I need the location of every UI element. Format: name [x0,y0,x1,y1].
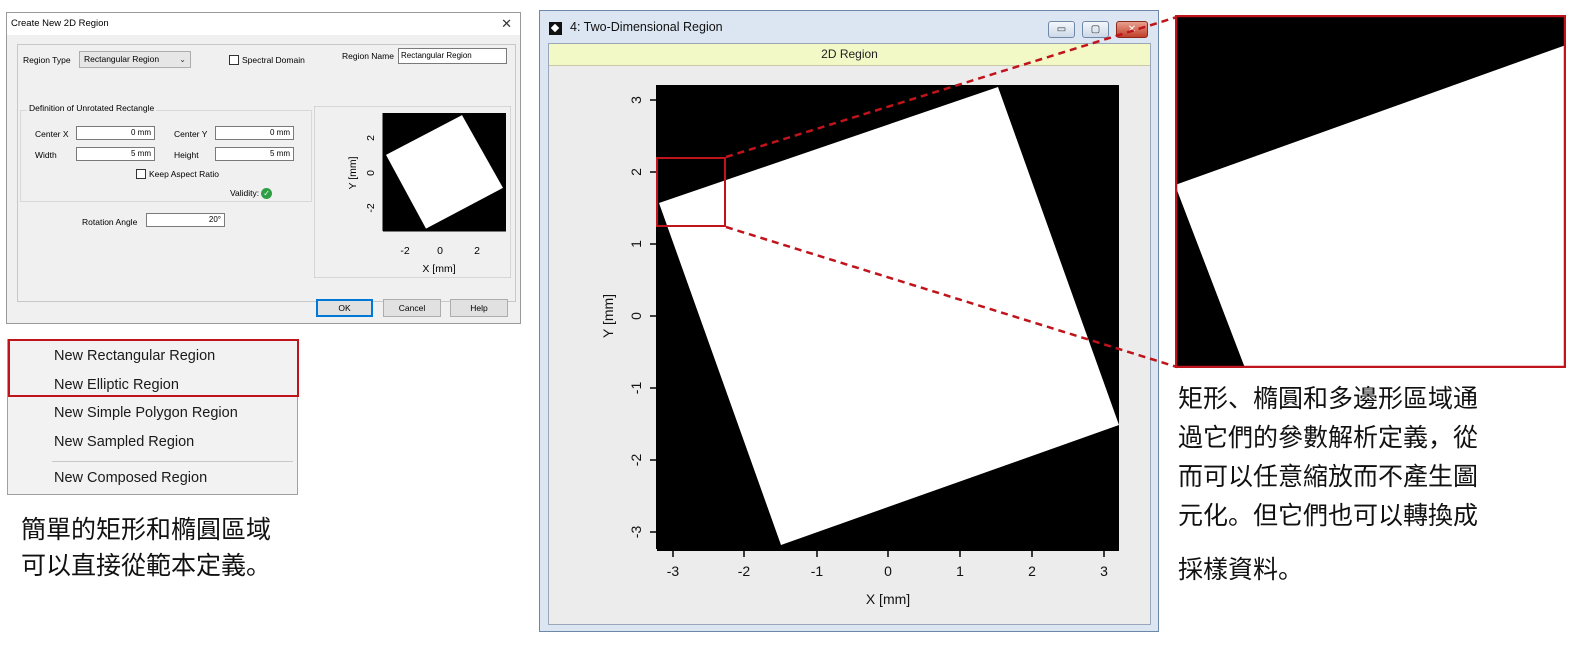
connector-top [725,15,1178,159]
right-caption-line-4: 元化。但它們也可以轉換成 [1178,502,1479,530]
right-caption-line-1: 矩形、橢圓和多邊形區域通 [1178,385,1479,413]
connector-bottom [725,225,1178,369]
right-caption-line-3: 而可以任意縮放而不產生圖 [1178,463,1479,491]
right-caption-line-2: 過它們的參數解析定義，從 [1178,424,1479,452]
zoomed-inset [1175,15,1566,368]
right-caption-line-5: 採樣資料。 [1178,556,1304,584]
